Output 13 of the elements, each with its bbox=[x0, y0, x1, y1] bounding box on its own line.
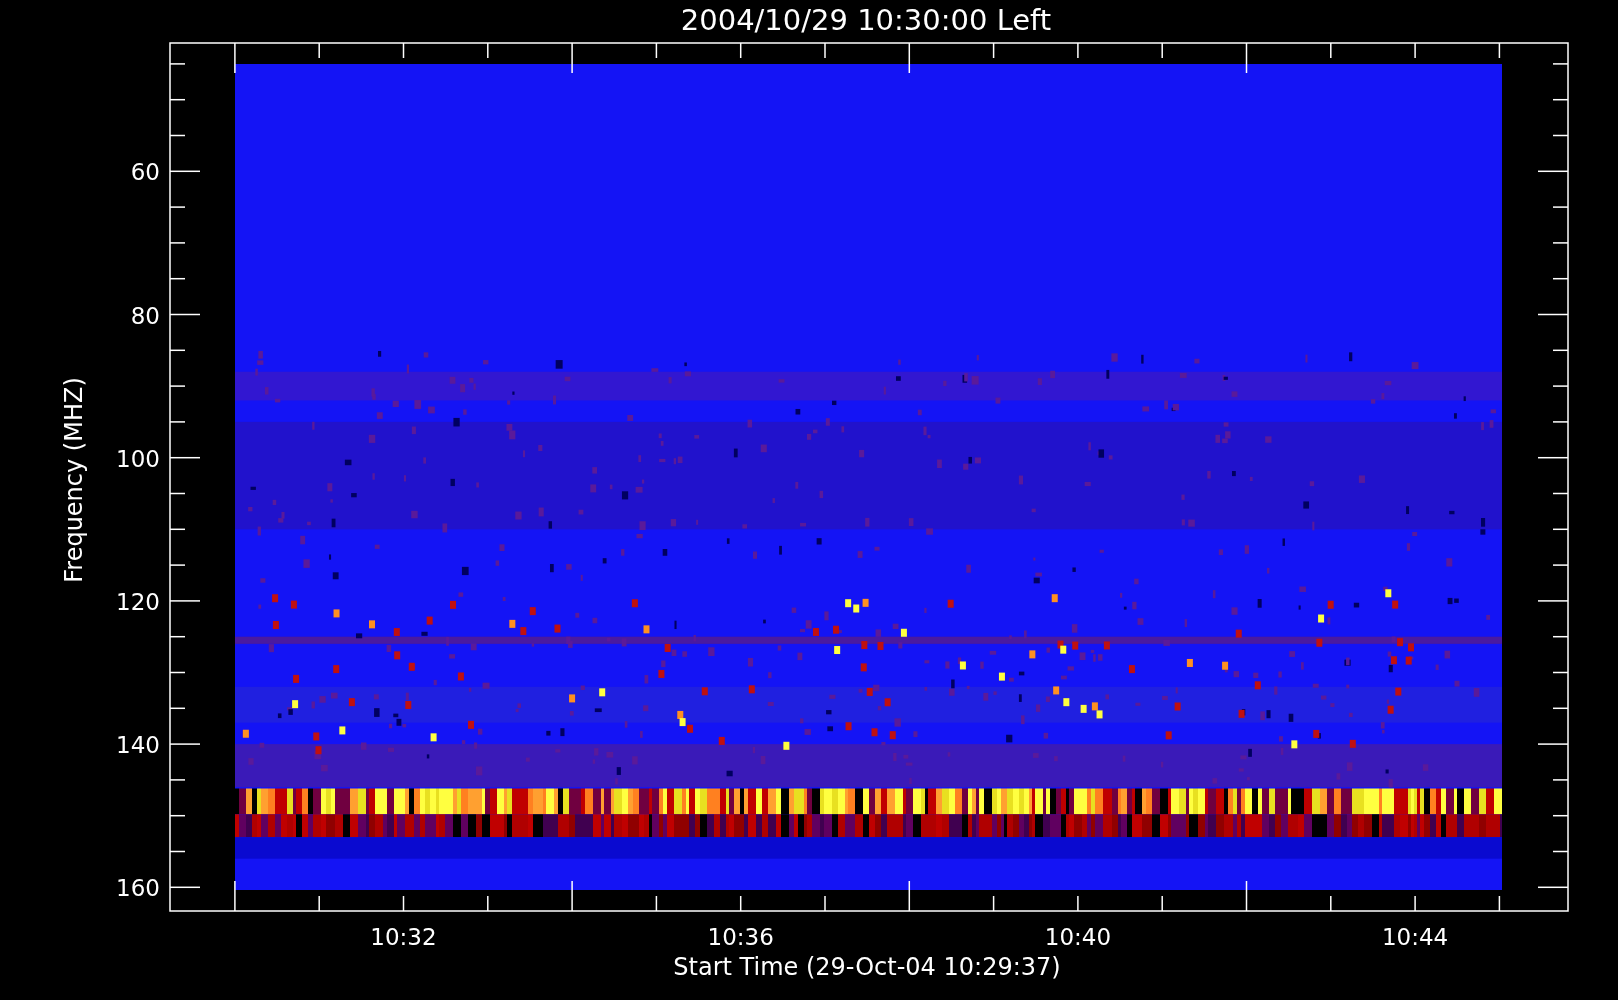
y-tick-label: 60 bbox=[130, 159, 160, 186]
x-tick-label: 10:32 bbox=[370, 924, 437, 950]
y-tick-label: 160 bbox=[116, 875, 160, 902]
y-tick-label: 80 bbox=[130, 302, 160, 329]
plot-title: 2004/10/29 10:30:00 Left bbox=[680, 3, 1052, 37]
y-tick-label: 140 bbox=[116, 732, 160, 759]
y-axis-label: Frequency (MHZ) bbox=[60, 377, 88, 583]
x-tick-label: 10:40 bbox=[1044, 924, 1112, 950]
y-tick-label: 100 bbox=[116, 445, 160, 472]
x-tick-label: 10:44 bbox=[1381, 924, 1449, 950]
x-tick-label: 10:36 bbox=[707, 924, 774, 950]
y-tick-label: 120 bbox=[116, 588, 160, 615]
x-axis-label: Start Time (29-Oct-04 10:29:37) bbox=[673, 953, 1061, 981]
